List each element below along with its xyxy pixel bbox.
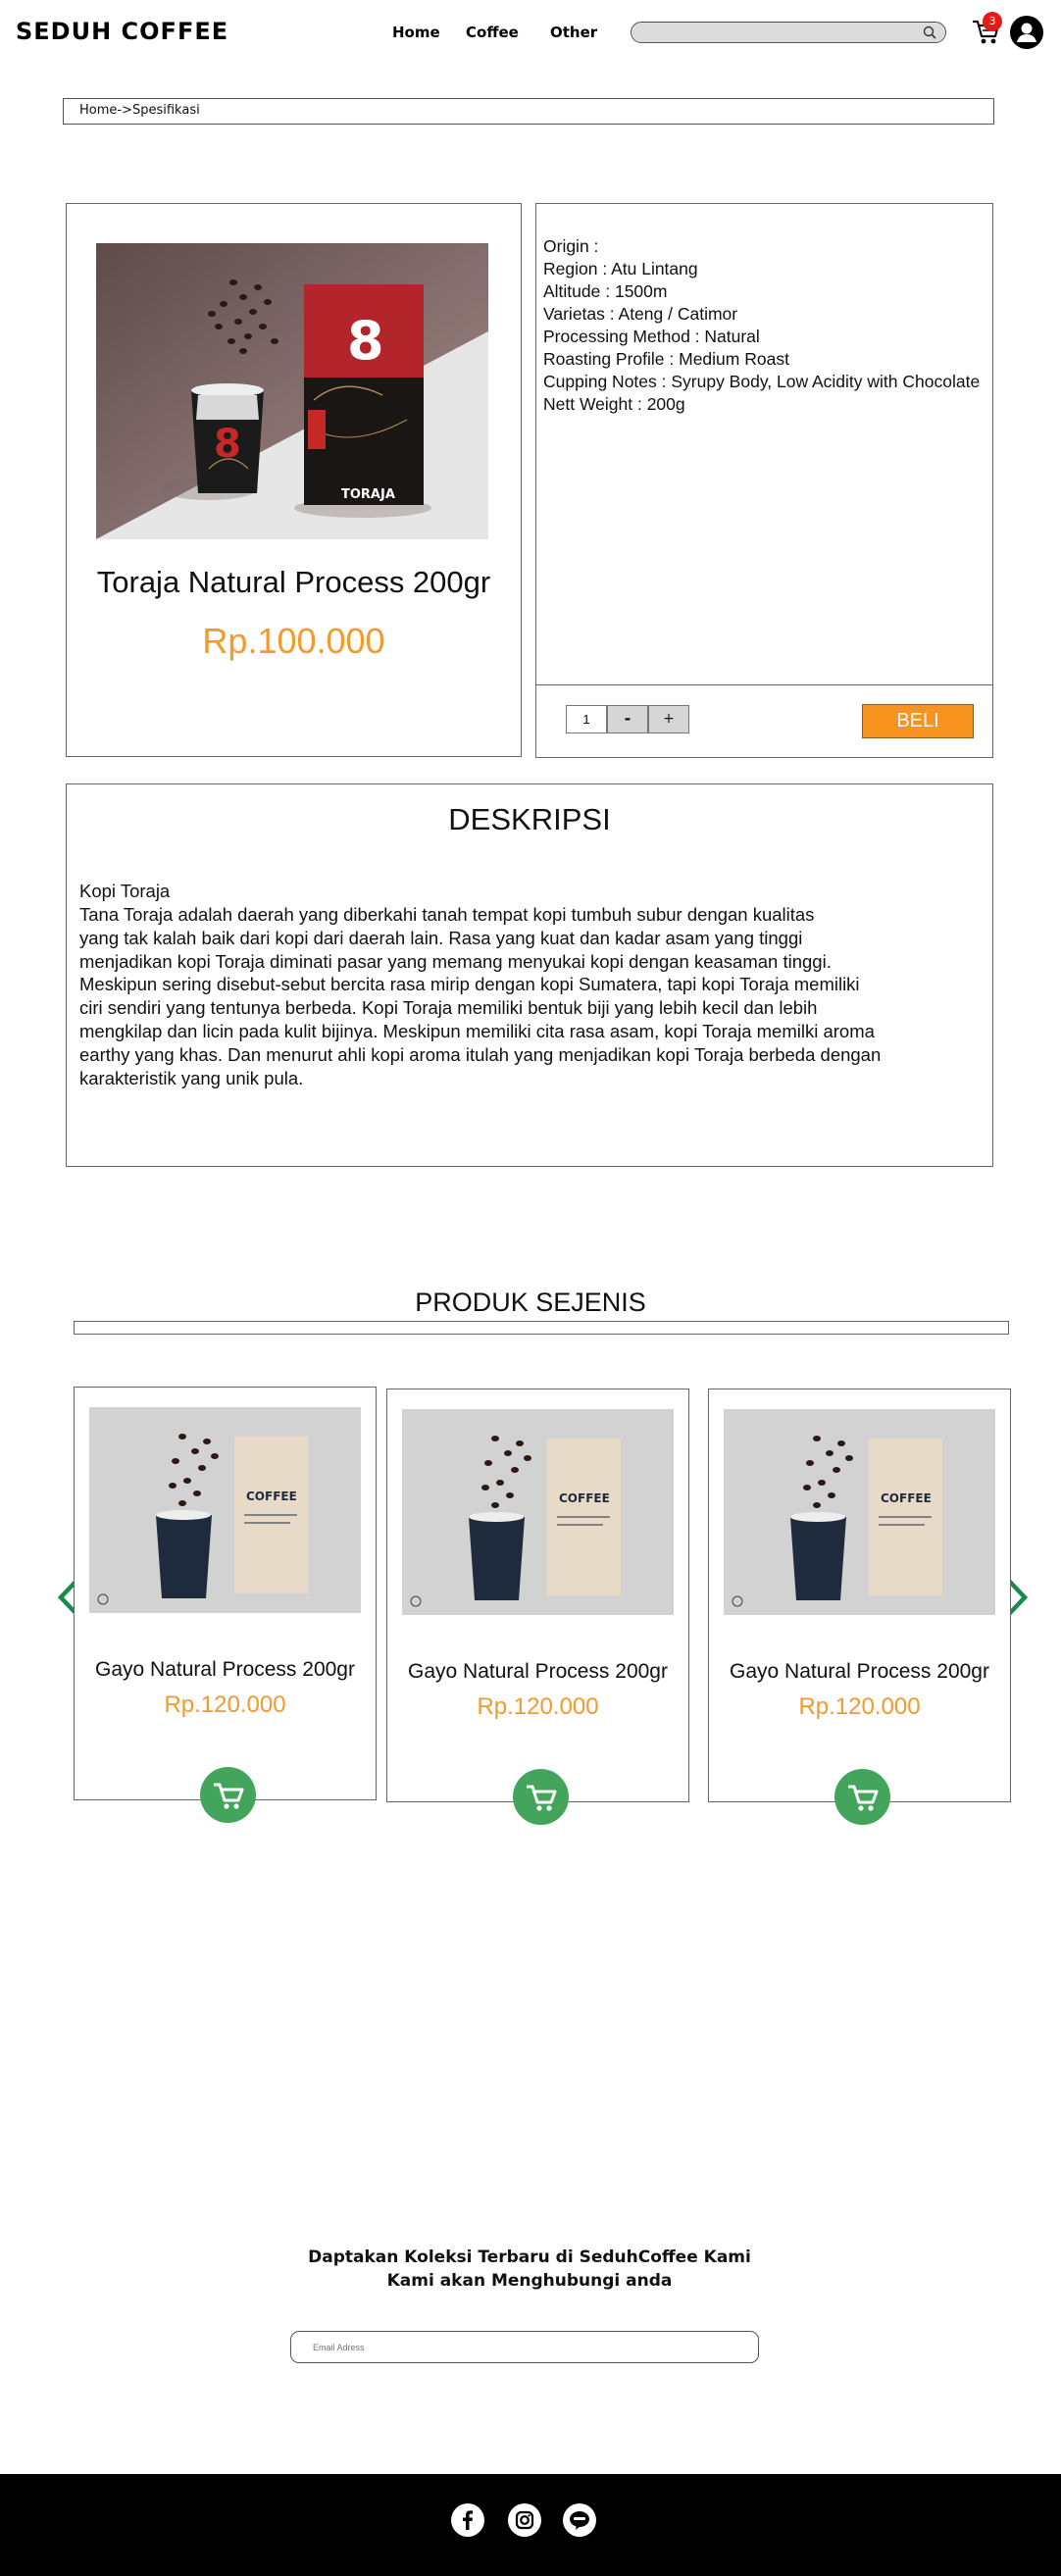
instagram-icon: [515, 2510, 534, 2530]
spec-item: Processing Method : Natural: [543, 327, 760, 346]
email-field-wrapper: [290, 2331, 759, 2363]
bag-label: TORAJA: [341, 487, 395, 502]
cart-count-badge: 3: [983, 12, 1002, 31]
related-product-image: COFFEE: [724, 1409, 995, 1615]
related-product-image: COFFEE: [89, 1407, 361, 1613]
search-input[interactable]: [641, 25, 906, 40]
bag-label: COFFEE: [881, 1491, 932, 1505]
related-product-price: Rp.120.000: [164, 1692, 286, 1718]
related-product-photo: COFFEE: [89, 1407, 361, 1613]
specification-panel: Origin : Region : Atu Lintang Altitude :…: [535, 203, 993, 685]
related-product-name[interactable]: Gayo Natural Process 200gr: [75, 1658, 376, 1682]
related-product-image: COFFEE: [402, 1409, 674, 1615]
spec-item: Origin :: [543, 236, 599, 256]
facebook-link[interactable]: [451, 2503, 484, 2537]
breadcrumb[interactable]: Home->Spesifikasi: [63, 98, 994, 125]
description-body: Tana Toraja adalah daerah yang diberkahi…: [79, 904, 882, 1088]
nav-coffee[interactable]: Coffee: [466, 24, 519, 41]
related-product-card[interactable]: COFFEE Gayo Natural Process 200gr Rp.120…: [386, 1389, 689, 1825]
spec-list: Origin : Region : Atu Lintang Altitude :…: [543, 235, 980, 416]
account-button[interactable]: [1010, 16, 1043, 49]
facebook-icon: [463, 2510, 474, 2530]
related-product-price: Rp.120.000: [798, 1693, 921, 1720]
brand-logo[interactable]: SEDUH COFFEE: [16, 18, 228, 45]
purchase-panel: - + BELI: [535, 684, 993, 758]
add-to-cart-button[interactable]: [200, 1767, 256, 1823]
related-product-price: Rp.120.000: [477, 1693, 599, 1720]
spec-item: Cupping Notes : Syrupy Body, Low Acidity…: [543, 372, 981, 391]
related-product-name[interactable]: Gayo Natural Process 200gr: [387, 1660, 688, 1684]
newsletter-text: Daptakan Koleksi Terbaru di SeduhCoffee …: [275, 2246, 784, 2293]
description-subtitle: Kopi Toraja: [79, 881, 171, 901]
cart-icon: [848, 1785, 879, 1811]
add-to-cart-button[interactable]: [513, 1769, 569, 1825]
bag-label: COFFEE: [246, 1490, 297, 1503]
nav-other[interactable]: Other: [550, 24, 597, 41]
search-icon[interactable]: [922, 25, 937, 40]
description-title: DESKRIPSI: [448, 802, 611, 836]
buy-button[interactable]: BELI: [862, 704, 974, 738]
user-icon: [1017, 23, 1036, 42]
quantity-input[interactable]: [566, 705, 607, 733]
cart-icon: [527, 1785, 557, 1811]
spec-item: Varietas : Ateng / Catimor: [543, 304, 738, 324]
related-product-name[interactable]: Gayo Natural Process 200gr: [709, 1660, 1010, 1684]
line-link[interactable]: [563, 2503, 596, 2537]
product-photo: 8 8 TORAJA: [96, 243, 488, 539]
spec-item: Altitude : 1500m: [543, 281, 668, 301]
related-product-photo: COFFEE: [724, 1409, 995, 1615]
related-divider: [74, 1321, 1009, 1335]
add-to-cart-button[interactable]: [834, 1769, 890, 1825]
related-product-card[interactable]: COFFEE Gayo Natural Process 200gr Rp.120…: [708, 1389, 1011, 1825]
product-price: Rp.100.000: [202, 621, 385, 661]
newsletter-line-2: Kami akan Menghubungi anda: [386, 2271, 673, 2291]
email-input[interactable]: [313, 2340, 725, 2355]
search-bar: [631, 22, 946, 43]
spec-item: Nett Weight : 200g: [543, 394, 685, 414]
cart-icon: [214, 1783, 244, 1809]
package-number: 8: [214, 422, 241, 467]
nav-home[interactable]: Home: [392, 24, 440, 41]
spec-item: Roasting Profile : Medium Roast: [543, 349, 789, 369]
instagram-link[interactable]: [508, 2503, 541, 2537]
product-card: 8 8 TORAJA Toraja Natural Process 200gr …: [66, 203, 522, 757]
description-panel: DESKRIPSI Kopi Toraja Tana Toraja adalah…: [66, 783, 993, 1167]
product-image: 8 8 TORAJA: [96, 243, 488, 539]
related-product-photo: COFFEE: [402, 1409, 674, 1615]
quantity-decrease-button[interactable]: -: [607, 705, 648, 733]
bag-number: 8: [347, 310, 384, 372]
related-products-title: PRODUK SEJENIS: [415, 1288, 646, 1317]
quantity-increase-button[interactable]: +: [648, 705, 689, 733]
newsletter-line-1: Daptakan Koleksi Terbaru di SeduhCoffee …: [308, 2248, 751, 2267]
bag-label: COFFEE: [559, 1491, 610, 1505]
line-icon: [570, 2511, 589, 2530]
related-product-card[interactable]: COFFEE Gayo Natural Process 200gr Rp.120…: [74, 1387, 377, 1823]
spec-item: Region : Atu Lintang: [543, 259, 698, 278]
product-name: Toraja Natural Process 200gr: [96, 565, 491, 599]
